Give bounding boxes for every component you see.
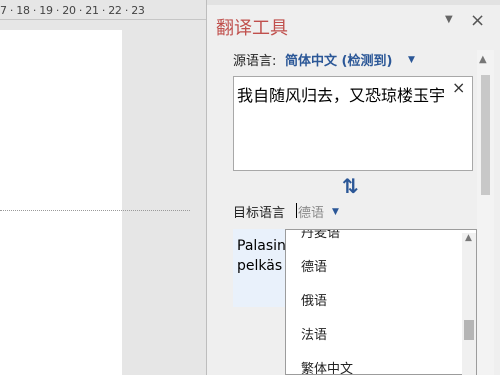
source-language-select[interactable]: 简体中文 (检测到)	[285, 50, 392, 69]
document-page[interactable]	[0, 30, 122, 375]
source-text-value: 我自随风归去，又恐琼楼玉宇	[237, 86, 446, 105]
target-language-label: 目标语言	[233, 206, 286, 221]
text-cursor	[296, 203, 297, 218]
target-text-line: pelkäs	[237, 258, 283, 274]
scroll-up-icon[interactable]: ▲	[479, 54, 487, 65]
ruler-ticks: 7 · 18 · 19 · 20 · 21 · 22 · 23	[0, 4, 145, 17]
dropdown-scrollbar[interactable]	[462, 233, 476, 375]
document-dotted-line	[0, 210, 190, 211]
target-language-dropdown-icon[interactable]: ▼	[332, 207, 339, 217]
dropdown-item-french[interactable]: 法语	[301, 324, 327, 343]
target-text-line: Palasin	[237, 238, 285, 254]
source-language-dropdown-icon[interactable]: ▼	[408, 55, 415, 65]
close-icon[interactable]: ×	[470, 10, 485, 31]
chevron-down-icon[interactable]: ▼	[445, 14, 453, 25]
dropdown-item-german[interactable]: 德语	[301, 256, 327, 275]
target-language-select[interactable]: 德语	[298, 202, 324, 221]
pane-title: 翻译工具	[216, 18, 288, 39]
dropdown-scrollbar-thumb[interactable]	[464, 320, 474, 340]
dropdown-item-traditional-chinese[interactable]: 繁体中文	[301, 358, 353, 374]
dropdown-item-danish[interactable]: 丹麦语	[301, 230, 340, 241]
ruler-divider	[0, 19, 206, 20]
dropdown-item-russian[interactable]: 俄语	[301, 290, 327, 309]
language-dropdown-list[interactable]: 丹麦语 德语 俄语 法语 繁体中文	[285, 229, 477, 375]
swap-languages-icon[interactable]: ⇅	[342, 174, 359, 198]
pane-top-strip	[207, 0, 500, 5]
dropdown-scroll-up-icon[interactable]: ▲	[465, 233, 472, 243]
pane-scrollbar-thumb[interactable]	[481, 75, 490, 195]
target-text-value: Palasin pelkäs	[237, 236, 285, 276]
clear-icon[interactable]: ×	[452, 78, 465, 97]
source-language-label: 源语言:	[233, 54, 277, 69]
